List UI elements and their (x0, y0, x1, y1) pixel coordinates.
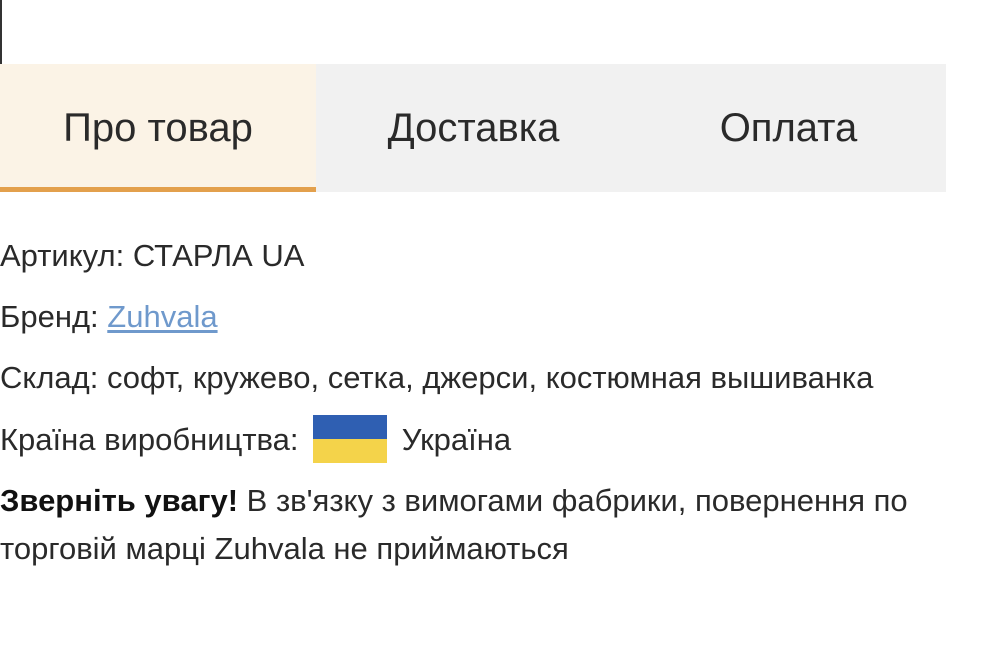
tab-payment[interactable]: Оплата (631, 64, 946, 192)
article-value: СТАРЛА UA (132, 238, 305, 273)
country-row: Країна виробництва: Україна (0, 415, 960, 464)
notice: Зверніть увагу! В зв'язку з вимогами фаб… (0, 477, 960, 573)
composition-label: Склад: (0, 360, 99, 395)
notice-title: Зверніть увагу! (0, 483, 239, 518)
article-label: Артикул: (0, 238, 125, 273)
country-label: Країна виробництва: (0, 422, 299, 457)
brand-link[interactable]: Zuhvala (107, 299, 217, 334)
ukraine-flag-icon (313, 415, 388, 463)
composition-row: Склад: софт, кружево, сетка, джерси, кос… (0, 354, 960, 402)
tab-about-product[interactable]: Про товар (0, 64, 316, 192)
country-value: Україна (401, 422, 512, 457)
composition-value: софт, кружево, сетка, джерси, костюмная … (106, 360, 874, 395)
product-tabs: Про товар Доставка Оплата (0, 64, 946, 192)
tab-delivery[interactable]: Доставка (316, 64, 631, 192)
product-details: Артикул: СТАРЛА UA Бренд: Zuhvala Склад:… (0, 232, 960, 586)
brand-label: Бренд: (0, 299, 99, 334)
brand-row: Бренд: Zuhvala (0, 293, 960, 341)
article-row: Артикул: СТАРЛА UA (0, 232, 960, 280)
